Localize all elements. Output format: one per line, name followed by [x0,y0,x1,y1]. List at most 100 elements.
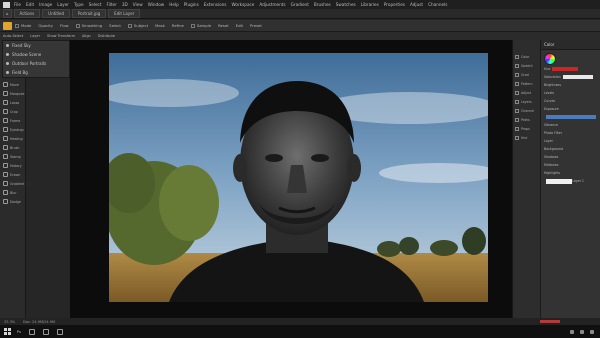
dock-swatch[interactable]: Swatch [513,61,540,70]
prop-row[interactable]: Saturation [541,73,600,81]
tool-lasso[interactable]: Lasso [0,98,25,107]
dock-properties[interactable]: Props [513,124,540,133]
menu-workspace[interactable]: Workspace [232,2,255,7]
menu-brushes[interactable]: Brushes [314,2,331,7]
color-wheel-icon[interactable] [544,53,556,65]
tool-crop[interactable]: Crop [0,107,25,116]
menu-filter[interactable]: Filter [106,2,116,7]
dock-channels[interactable]: Channel [513,106,540,115]
option-reset[interactable]: Reset [218,23,229,28]
menu-plugins[interactable]: Plugins [184,2,199,7]
explorer-icon[interactable] [28,328,35,335]
option-subject[interactable]: Subject [127,23,148,28]
distribute-option[interactable]: Distribute [98,34,115,38]
zoom-level[interactable]: 33.3% [4,320,15,324]
align-option[interactable]: Align [82,34,91,38]
tab-untitled[interactable]: Untitled [42,9,70,18]
option-edit[interactable]: Edit [236,23,243,28]
prop-row[interactable] [541,113,600,121]
selected-layer-bar[interactable] [546,115,596,119]
tool-dodge[interactable]: Dodge [0,197,25,206]
browser-icon[interactable] [42,328,49,335]
tool-frame[interactable]: Frame [0,116,25,125]
battery-icon[interactable] [590,329,594,334]
prop-row[interactable]: Background [541,145,600,153]
prop-row[interactable]: Vibrance [541,121,600,129]
flyout-item[interactable]: Outdoor Portraits [3,59,69,68]
layer-option[interactable]: Layer [30,34,40,38]
menu-properties[interactable]: Properties [384,2,405,7]
flyout-item[interactable]: Shadow Scene [3,50,69,59]
tool-move[interactable]: Move [0,80,25,89]
dock-gradient[interactable]: Grad [513,70,540,79]
dock-adjust[interactable]: Adjust [513,88,540,97]
prop-row[interactable]: Hue [541,65,600,73]
menu-window[interactable]: Window [148,2,165,7]
menu-libraries[interactable]: Libraries [361,2,379,7]
menu-gradient[interactable]: Gradient [291,2,309,7]
prop-row[interactable]: Midtones [541,161,600,169]
menu-3d[interactable]: 3D [122,2,128,7]
layer-name-field[interactable] [546,178,572,184]
tool-healing[interactable]: Healing [0,134,25,143]
menu-swatches[interactable]: Swatches [336,2,356,7]
menu-file[interactable]: File [14,2,21,7]
tool-marquee[interactable]: Marquee [0,89,25,98]
menu-select[interactable]: Select [89,2,102,7]
dock-history[interactable]: Hist [513,133,540,142]
option-sample[interactable]: Sample [190,23,211,28]
prop-row[interactable]: Shadows [541,153,600,161]
tab-edit-layer[interactable]: Edit Layer [108,9,141,18]
option-smoothing[interactable]: Smoothing [75,23,102,28]
option-opacity[interactable]: Opacity [38,23,53,28]
menu-edit[interactable]: Edit [26,2,34,7]
option-refine[interactable]: Refine [172,23,184,28]
tool-eyedropper[interactable]: Eyedrop [0,125,25,134]
home-icon[interactable]: ⌂ [3,9,12,18]
dock-color[interactable]: Color [513,52,540,61]
network-icon[interactable] [570,329,574,334]
option-preset[interactable]: Preset [250,23,262,28]
tool-brush[interactable]: Brush [0,143,25,152]
prop-row[interactable]: Exposure [541,105,600,113]
active-tool-icon[interactable] [3,21,12,30]
prop-row[interactable]: Layer [541,137,600,145]
menu-type[interactable]: Type [74,2,84,7]
start-icon[interactable] [4,328,11,335]
dock-paths[interactable]: Paths [513,115,540,124]
canvas-area[interactable] [70,40,512,318]
option-mask[interactable]: Mask [155,23,165,28]
dock-layers[interactable]: Layers [513,97,540,106]
prop-row[interactable]: Photo Filter [541,129,600,137]
app-logo-icon[interactable] [3,1,10,8]
tool-stamp[interactable]: Stamp [0,152,25,161]
value-field[interactable] [562,75,593,79]
prop-row[interactable]: Brightness [541,81,600,89]
files-icon[interactable] [56,328,63,335]
portrait-photo[interactable] [109,53,488,302]
menu-extensions[interactable]: Extensions [204,2,227,7]
menu-view[interactable]: View [133,2,143,7]
menu-layer[interactable]: Layer [57,2,69,7]
tab-actions[interactable]: Actions [13,9,41,18]
prop-row[interactable]: Levels [541,89,600,97]
menu-adjustments[interactable]: Adjustments [259,2,285,7]
menu-channels[interactable]: Channels [428,2,447,7]
prop-row[interactable]: Highlights [541,169,600,177]
foreground-swatch[interactable] [552,67,579,71]
tool-eraser[interactable]: Eraser [0,170,25,179]
option-mode[interactable]: Mode [15,23,31,28]
menu-adjust[interactable]: Adjust [410,2,423,7]
volume-icon[interactable] [580,329,584,334]
auto-select-option[interactable]: Auto-Select [3,34,23,38]
tool-blur[interactable]: Blur [0,188,25,197]
prop-row[interactable]: Layer 1 [541,177,600,185]
taskbar-app[interactable]: Ps [17,330,21,334]
flyout-item[interactable]: Field Bg [3,68,69,77]
menu-help[interactable]: Help [169,2,179,7]
option-flow[interactable]: Flow [60,23,69,28]
option-select[interactable]: Select [109,23,121,28]
flyout-item[interactable]: Fixed Sky [3,41,69,50]
show-transform-option[interactable]: Show Transform [47,34,75,38]
tab-portrait[interactable]: Portrait.jpg [72,9,107,18]
